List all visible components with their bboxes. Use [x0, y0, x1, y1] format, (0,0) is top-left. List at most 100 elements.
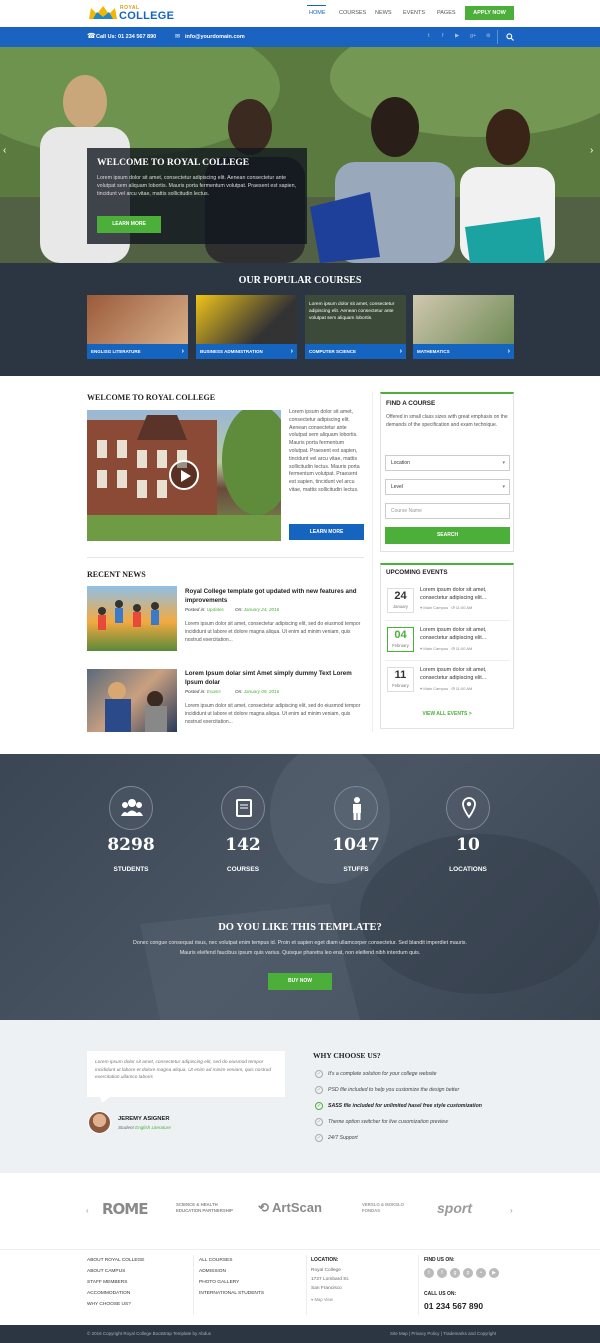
divider	[87, 557, 364, 558]
why-item-2: PSD file included to help you customize …	[328, 1087, 460, 1093]
testimonial-role: English Literature	[135, 1125, 171, 1130]
book-icon	[236, 799, 252, 817]
nav-events[interactable]: EVENTS	[403, 10, 425, 16]
event-day: 24	[394, 590, 407, 602]
course-card-mathematics[interactable]: MATHEMATICS ›	[413, 295, 514, 359]
search-button[interactable]: SEARCH	[385, 527, 510, 544]
flickr-icon[interactable]: •	[476, 1268, 486, 1278]
news-image-1[interactable]	[87, 586, 177, 651]
partner-logo-rome[interactable]: ROME	[102, 1200, 148, 1218]
twitter-icon[interactable]: t	[428, 33, 430, 39]
partner-logo-sciencehealth[interactable]: SCIENCE & HEALTH EDUCATION PARTNERSHIP	[176, 1202, 236, 1213]
level-select[interactable]: Level ▾	[385, 479, 510, 495]
hero-learn-more-button[interactable]: LEARN MORE	[97, 216, 161, 233]
welcome-text: Lorem ipsum dolor sit amet, consectetur …	[289, 409, 360, 493]
chevron-right-icon: ›	[181, 348, 184, 355]
footer-link[interactable]: ADMISSION	[199, 1269, 226, 1274]
slider-prev-icon[interactable]: ‹	[3, 145, 6, 156]
event-date-2: 04 February	[387, 627, 414, 652]
partner-logo-verslo[interactable]: VERSLO & MOKSLO FONDAS	[362, 1202, 412, 1214]
nav-pages[interactable]: PAGES	[437, 10, 456, 16]
nav-courses[interactable]: COURSES	[339, 10, 366, 16]
clock-icon: ◷	[451, 686, 455, 691]
twitter-icon[interactable]: t	[424, 1268, 434, 1278]
why-title: WHY CHOOSE US?	[313, 1051, 381, 1060]
why-item-3: SASS file included for unlimited hasel f…	[328, 1103, 482, 1109]
footer-link[interactable]: ACCOMMODATION	[87, 1291, 130, 1296]
facebook-icon[interactable]: f	[442, 33, 444, 39]
partners-prev-icon[interactable]: ‹	[86, 1206, 89, 1215]
news-date-2: January 09, 2016	[243, 689, 280, 694]
course-card-business[interactable]: BUSINESS ADMINISTRATION ›	[196, 295, 297, 359]
course-card-english[interactable]: ENGLISG LITERATURE ›	[87, 295, 188, 359]
course-name-input[interactable]: Course Name	[385, 503, 510, 519]
footer-link[interactable]: ABOUT CAMPUS	[87, 1269, 125, 1274]
footer-link[interactable]: WHY CHOOSE US?	[87, 1302, 131, 1307]
partner-logo-sport[interactable]: sport	[437, 1200, 472, 1216]
footer-link[interactable]: ABOUT ROYAL COLLEGE	[87, 1258, 145, 1263]
partners-next-icon[interactable]: ›	[510, 1206, 513, 1215]
event-place: Main Campus	[423, 605, 449, 610]
footer-phone[interactable]: 01 234 567 890	[424, 1301, 483, 1311]
campus-video-thumbnail[interactable]	[87, 410, 281, 541]
news-category-1[interactable]: Updates	[207, 607, 224, 612]
play-button[interactable]	[169, 460, 199, 490]
partner-logo-artscan[interactable]: ⟲ ArtScan	[258, 1200, 322, 1216]
course-label[interactable]: ENGLISG LITERATURE ›	[87, 344, 188, 359]
stat-label-courses: COURSES	[226, 866, 260, 873]
level-select-value: Level	[391, 484, 403, 490]
news-title-2[interactable]: Lorem Ipsum dolar simt Amet simply dummy…	[185, 669, 363, 687]
slider-next-icon[interactable]: ›	[590, 145, 593, 156]
stat-icon-circle	[446, 786, 490, 830]
buy-now-button[interactable]: BUY NOW	[268, 973, 332, 990]
facebook-icon[interactable]: f	[437, 1268, 447, 1278]
rss-icon[interactable]: ⊚	[486, 33, 491, 39]
footer-legal-links[interactable]: Site Map | Privacy Policy | Trademarks a…	[390, 1331, 496, 1336]
stat-value-courses: 142	[225, 835, 261, 855]
nav-home[interactable]: HOME	[309, 10, 326, 16]
course-label[interactable]: BUSINESS ADMINISTRATION ›	[196, 344, 297, 359]
event-day: 04	[394, 629, 407, 641]
youtube-icon[interactable]: ▶	[489, 1268, 499, 1278]
stat-value-students: 8298	[107, 835, 155, 855]
footer-link[interactable]: ALL COURSES	[199, 1258, 232, 1263]
hero-caption: WELCOME TO ROYAL COLLEGE Lorem ipsum dol…	[87, 148, 307, 244]
check-active-icon: ✓	[315, 1102, 323, 1110]
stat-label-locations: LOCATIONS	[449, 866, 487, 873]
youtube-icon[interactable]: ▶	[455, 33, 459, 39]
view-all-events-link[interactable]: VIEW ALL EVENTS >	[380, 711, 514, 717]
welcome-title: WELCOME TO ROYAL COLLEGE	[87, 393, 216, 402]
copyright-bar: © 2016 Copyright Royal College Bootstrap…	[0, 1325, 600, 1343]
why-item-5: 24/7 Support	[328, 1135, 358, 1141]
google-plus-icon[interactable]: g+	[470, 33, 476, 39]
logo-text-bottom[interactable]: COLLEGE	[119, 10, 174, 22]
course-label[interactable]: MATHEMATICS ›	[413, 344, 514, 359]
event-text-1[interactable]: Lorem ipsum dolor sit amet, consectetur …	[420, 586, 508, 602]
welcome-learn-more-button[interactable]: LEARN MORE	[289, 524, 364, 540]
footer-link[interactable]: PHOTO GALLERY	[199, 1280, 239, 1285]
news-image-2[interactable]	[87, 669, 177, 732]
stat-label-stuffs: STUFFS	[343, 866, 369, 873]
email-icon: ✉	[175, 34, 181, 40]
footer-link[interactable]: INTERNATIONAL STUDENTS	[199, 1291, 264, 1296]
map-view-link[interactable]: Map View	[315, 1297, 333, 1302]
quote-tail	[100, 1097, 110, 1103]
search-icon[interactable]	[506, 33, 514, 41]
footer-link[interactable]: STAFF MEMBERS	[87, 1280, 127, 1285]
event-text-3[interactable]: Lorem ipsum dolor sit amet, consectetur …	[420, 666, 508, 682]
play-icon	[181, 470, 191, 482]
event-text-2[interactable]: Lorem ipsum dolor sit amet, consectetur …	[420, 626, 508, 642]
course-label[interactable]: COMPUTER SCIENCE ›	[305, 344, 406, 359]
contact-email[interactable]: info@yourdomain.com	[185, 34, 245, 40]
nav-news[interactable]: NEWS	[375, 10, 392, 16]
address-line: San Francisco	[311, 1286, 342, 1291]
news-category-2[interactable]: Exams	[207, 689, 221, 694]
google-plus-icon[interactable]: g	[450, 1268, 460, 1278]
course-card-computer[interactable]: Lorem ipsum dolor sit amet, consectetur …	[305, 295, 406, 359]
location-select[interactable]: Location ▾	[385, 455, 510, 471]
pinterest-icon[interactable]: p	[463, 1268, 473, 1278]
crown-logo-icon[interactable]	[89, 6, 117, 20]
news-title-1[interactable]: Royal College template got updated with …	[185, 587, 363, 605]
news-date-1: January 24, 2016	[243, 607, 280, 612]
apply-now-button[interactable]: APPLY NOW	[465, 6, 514, 20]
